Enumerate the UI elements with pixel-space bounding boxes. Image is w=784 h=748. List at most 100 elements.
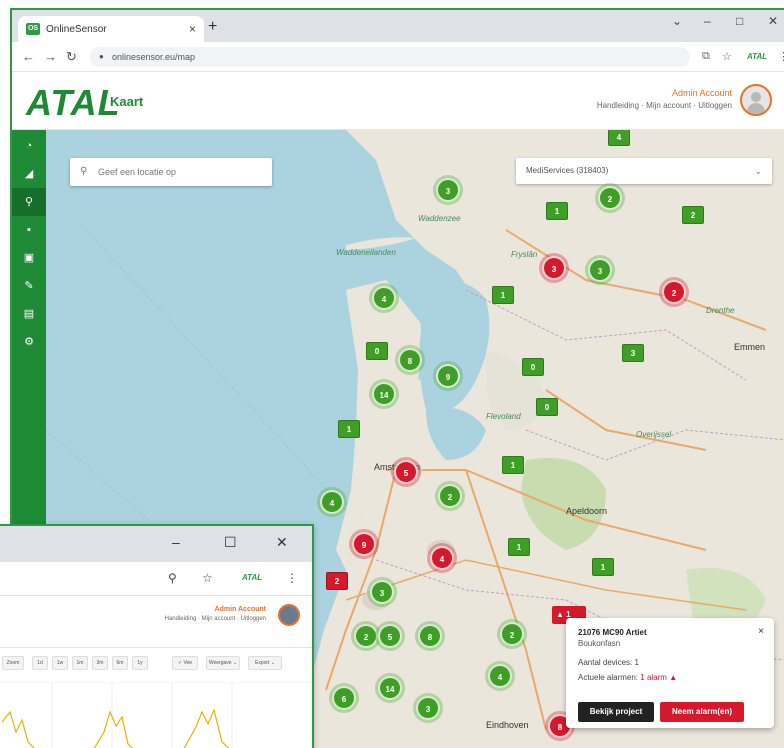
back-arrow-icon[interactable]: ←: [22, 49, 35, 64]
sidebar-item-dashboard[interactable]: ◔: [12, 132, 46, 160]
map-pin-icon: ⚲: [24, 196, 34, 208]
map-device-pin[interactable]: 0: [536, 398, 558, 416]
secondary-close-button[interactable]: ✕: [276, 534, 288, 551]
new-tab-button[interactable]: +: [208, 18, 217, 36]
minimize-button[interactable]: –: [704, 14, 711, 28]
map-cluster[interactable]: 5: [394, 460, 418, 484]
view-project-button[interactable]: Bekijk project: [578, 702, 654, 722]
sensor-chart-area[interactable]: [0, 681, 312, 748]
map-cluster[interactable]: 14: [372, 382, 396, 406]
map-device-pin[interactable]: 1: [546, 202, 568, 220]
map-device-pin[interactable]: 3: [622, 344, 644, 362]
sidebar-item-map[interactable]: ⚲: [12, 188, 46, 216]
atal-logo[interactable]: ATAL: [26, 82, 121, 124]
map-cluster[interactable]: 2: [354, 624, 378, 648]
tab-search-icon[interactable]: ⌄: [672, 14, 682, 28]
map-device-pin[interactable]: 2: [326, 572, 348, 590]
close-window-button[interactable]: ✕: [768, 14, 778, 28]
popup-alarms-value[interactable]: 1 alarm: [640, 673, 667, 682]
sidebar-item-edit[interactable]: ✎: [12, 272, 46, 300]
browser-menu-icon[interactable]: ⋮: [286, 571, 298, 585]
chart-btn-zoom[interactable]: Zoom: [2, 656, 24, 670]
map-device-pin[interactable]: 2: [682, 206, 704, 224]
secondary-maximize-button[interactable]: ☐: [224, 534, 237, 551]
secondary-user-links[interactable]: Handleiding · Mijn account · Uitloggen: [165, 616, 266, 622]
map-cluster[interactable]: 4: [320, 490, 344, 514]
atal-extension-icon[interactable]: ATAL: [242, 573, 262, 582]
secondary-minimize-button[interactable]: –: [172, 534, 180, 550]
chart-btn-1y[interactable]: 1y: [132, 656, 148, 670]
atal-extension-icon[interactable]: ATAL: [747, 52, 767, 61]
map-cluster[interactable]: 3: [370, 580, 394, 604]
chart-btn-1m[interactable]: 1m: [72, 656, 88, 670]
browser-menu-icon[interactable]: ⋮: [778, 50, 784, 63]
chart-btn-6m[interactable]: 6m: [112, 656, 128, 670]
avatar[interactable]: [740, 84, 772, 116]
user-links[interactable]: Handleiding · Mijn account · Uitloggen: [597, 101, 732, 110]
chart-btn-1d[interactable]: 1d: [32, 656, 48, 670]
secondary-avatar[interactable]: [278, 604, 300, 626]
sidebar-item-charts[interactable]: ◢: [12, 160, 46, 188]
account-select[interactable]: MediServices (318403) ⌄: [516, 158, 772, 184]
maximize-button[interactable]: □: [736, 14, 743, 28]
map-cluster[interactable]: 2: [662, 280, 686, 304]
address-bar: ← → ↻ ● onlinesensor.eu/map ⧉ ☆ ATAL ⋮: [12, 42, 784, 72]
acknowledge-alarm-button[interactable]: Neem alarm(en): [660, 702, 744, 722]
map-device-pin[interactable]: 0: [522, 358, 544, 376]
sidebar-item-projects[interactable]: ▪: [12, 216, 46, 244]
map-device-pin[interactable]: 1: [338, 420, 360, 438]
chart-btn-3m[interactable]: 3m: [92, 656, 108, 670]
map-device-pin[interactable]: 1: [508, 538, 530, 556]
chart-btn-1w[interactable]: 1w: [52, 656, 68, 670]
popup-close-icon[interactable]: ×: [758, 626, 764, 637]
zoom-icon[interactable]: ⚲: [168, 571, 177, 585]
pin-count: 3: [630, 349, 636, 358]
reload-icon[interactable]: ↻: [66, 49, 77, 65]
forward-arrow-icon[interactable]: →: [44, 49, 57, 64]
sidebar-item-reports[interactable]: ▤: [12, 300, 46, 328]
map-cluster[interactable]: 9: [352, 532, 376, 556]
map-cluster[interactable]: 3: [436, 178, 460, 202]
map-cluster[interactable]: 3: [542, 256, 566, 280]
map-cluster[interactable]: 2: [438, 484, 462, 508]
chart-btn-toggle[interactable]: ✓ Vee: [172, 656, 198, 670]
location-search-input[interactable]: ⚲ Geef een locatie op: [70, 158, 272, 186]
chart-series-line: [1, 708, 230, 748]
chart-export-select[interactable]: Export ⌄: [248, 656, 282, 670]
user-name[interactable]: Admin Account: [672, 88, 732, 98]
map-device-pin[interactable]: 0: [366, 342, 388, 360]
map-cluster[interactable]: 3: [588, 258, 612, 282]
map-cluster[interactable]: 2: [500, 622, 524, 646]
map-cluster[interactable]: 4: [488, 664, 512, 688]
map-cluster[interactable]: 5: [378, 624, 402, 648]
map-device-pin[interactable]: 1: [492, 286, 514, 304]
map-cluster[interactable]: 6: [332, 686, 356, 710]
map-cluster[interactable]: 8: [418, 624, 442, 648]
account-select-value: MediServices (318403): [526, 166, 609, 175]
map-device-pin[interactable]: 1: [502, 456, 524, 474]
app-header: ATAL Kaart Admin Account Handleiding · M…: [12, 72, 784, 130]
sidebar-item-settings[interactable]: ⚙: [12, 328, 46, 356]
sidebar-item-devices[interactable]: ▣: [12, 244, 46, 272]
secondary-user-name[interactable]: Admin Account: [215, 606, 266, 613]
map-device-pin[interactable]: 1: [592, 558, 614, 576]
tab-close-icon[interactable]: ×: [189, 22, 196, 36]
bookmark-star-icon[interactable]: ☆: [722, 50, 732, 63]
map-device-pin[interactable]: 4: [608, 130, 630, 146]
search-icon: ⚲: [80, 166, 88, 177]
bookmark-star-icon[interactable]: ☆: [202, 571, 213, 585]
url-field[interactable]: ● onlinesensor.eu/map: [90, 47, 690, 67]
map-cluster[interactable]: 4: [430, 546, 454, 570]
share-icon[interactable]: ⧉: [702, 50, 710, 63]
project-popup: 21076 MC90 Artiet Boukonfasn Aantal devi…: [566, 618, 774, 728]
map-label-eindhoven: Eindhoven: [486, 720, 529, 730]
map-cluster[interactable]: 14: [378, 676, 402, 700]
map-cluster[interactable]: 8: [398, 348, 422, 372]
map-cluster[interactable]: 3: [416, 696, 440, 720]
map-cluster[interactable]: 2: [598, 186, 622, 210]
tab-onlinesensor[interactable]: OS OnlineSensor ×: [18, 16, 204, 42]
map-cluster[interactable]: 4: [372, 286, 396, 310]
chart-view-select[interactable]: Weergave ⌄: [206, 656, 240, 670]
alarm-warning-icon: ▲: [556, 610, 564, 619]
map-cluster[interactable]: 9: [436, 364, 460, 388]
